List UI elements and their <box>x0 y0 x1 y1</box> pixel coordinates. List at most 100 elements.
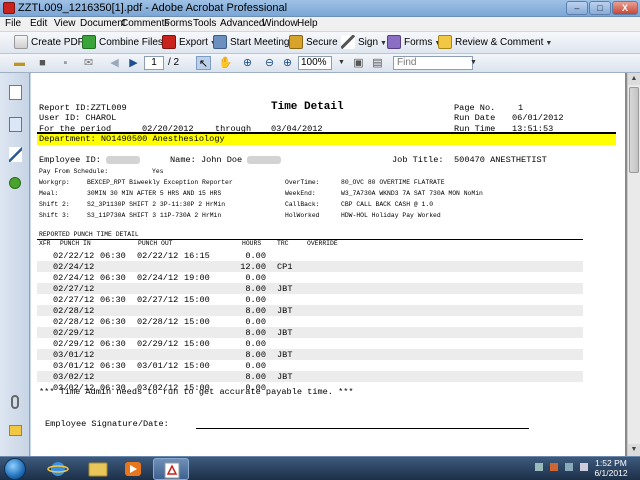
fit-width-icon[interactable]: ▤ <box>370 56 385 70</box>
start-meeting-button[interactable]: Start Meeting▼ <box>213 35 298 51</box>
row-shade <box>37 305 583 316</box>
pages-icon[interactable] <box>9 85 22 100</box>
network-icon[interactable] <box>565 463 574 471</box>
select-tool-icon[interactable]: ↖ <box>196 56 211 70</box>
find-input[interactable]: Find <box>393 56 473 70</box>
email-icon[interactable]: ✉ <box>81 56 96 70</box>
acrobat-app-icon[interactable] <box>3 2 15 14</box>
zoom-in-icon[interactable]: ⊕ <box>280 56 295 70</box>
clock[interactable]: 1:52 PM 6/1/2012 <box>586 458 636 478</box>
combine-files-label: Combine Files <box>99 37 163 48</box>
menu-forms[interactable]: Forms <box>164 18 192 29</box>
acrobat-taskbar-button[interactable] <box>153 458 189 480</box>
table-cell-hours: 8.00 <box>245 306 266 316</box>
info-label: HolWorked <box>285 212 320 219</box>
menu-file[interactable]: File <box>5 18 21 29</box>
table-cell-out-date: 02/28/12 <box>137 317 179 327</box>
tray-flag-icon[interactable] <box>550 463 559 471</box>
previous-page-icon[interactable]: ◀ <box>107 56 122 70</box>
zoom-dropdown-icon[interactable]: ▼ <box>334 56 349 70</box>
menu-comments[interactable]: Comments <box>121 18 169 29</box>
zoom-tool-icon[interactable]: ⊕ <box>240 56 255 70</box>
table-cell-in-time: 06:30 <box>100 273 126 283</box>
internet-explorer-icon[interactable] <box>40 458 76 480</box>
table-cell-in-date: 02/29/12 <box>53 328 95 338</box>
menu-edit[interactable]: Edit <box>30 18 47 29</box>
review-comment-button[interactable]: Review & Comment ▼ <box>438 35 552 51</box>
vertical-scrollbar[interactable]: ▲ ▼ <box>627 73 640 456</box>
table-cell-in-date: 02/29/12 <box>53 339 95 349</box>
tasks-toolbar: Create PDF▼ Combine Files▼ Export▼ Start… <box>0 32 640 54</box>
info-label: CallBack: <box>285 201 320 208</box>
comments-icon[interactable] <box>9 425 22 436</box>
menu-advanced[interactable]: Advanced <box>220 18 264 29</box>
info-value: 30MIN 30 MIN AFTER 5 HRS AND 15 HRS <box>87 190 222 197</box>
help-icon[interactable] <box>9 177 21 189</box>
open-folder-icon[interactable]: ▬ <box>12 56 27 70</box>
employee-id-label: Employee ID: <box>39 155 141 165</box>
close-button[interactable]: X <box>612 1 638 15</box>
fit-page-icon[interactable]: ▣ <box>351 56 366 70</box>
menu-tools[interactable]: Tools <box>193 18 216 29</box>
menu-help[interactable]: Help <box>297 18 318 29</box>
save-icon[interactable]: ▪ <box>58 56 73 70</box>
meeting-icon <box>213 35 227 50</box>
info-value: CBP CALL BACK CASH @ 1.0 <box>341 201 434 208</box>
tray-arrow-icon[interactable] <box>535 463 543 471</box>
zoom-out-icon[interactable]: ⊖ <box>262 56 277 70</box>
hand-tool-icon[interactable]: ✋ <box>218 56 233 70</box>
table-cell-in-date: 02/28/12 <box>53 317 95 327</box>
table-cell-hours: 0.00 <box>245 317 266 327</box>
table-cell-in-date: 02/28/12 <box>53 306 95 316</box>
table-cell-out-time: 15:00 <box>184 317 210 327</box>
forms-button[interactable]: Forms▼ <box>387 35 441 51</box>
detail-heading: REPORTED PUNCH TIME DETAIL <box>39 231 139 238</box>
menu-window[interactable]: Window <box>262 18 298 29</box>
row-shade <box>37 327 583 338</box>
table-cell-hours: 12.00 <box>240 262 266 272</box>
scroll-thumb[interactable] <box>629 87 639 173</box>
sign-button[interactable]: Sign ▼ <box>341 35 387 51</box>
scroll-down-icon[interactable]: ▼ <box>628 444 640 456</box>
signatures-icon[interactable] <box>9 147 22 162</box>
table-cell-trc: CP1 <box>277 262 293 272</box>
table-cell-hours: 0.00 <box>245 273 266 283</box>
zoom-level-input[interactable]: 100% <box>298 56 332 70</box>
info-value: S3_11P730A SHIFT 3 11P-730A 2 HrMin <box>87 212 222 219</box>
find-dropdown-icon[interactable]: ▼ <box>466 56 481 70</box>
table-cell-hours: 8.00 <box>245 350 266 360</box>
scroll-up-icon[interactable]: ▲ <box>628 73 640 85</box>
secure-button[interactable]: Secure▼ <box>289 35 347 51</box>
table-cell-in-time: 06:30 <box>100 251 126 261</box>
clock-time: 1:52 PM <box>595 458 627 468</box>
info-label: Shift 2: <box>39 201 70 208</box>
table-cell-trc: JBT <box>277 328 293 338</box>
navigation-panel <box>0 73 30 456</box>
start-button[interactable] <box>4 458 26 480</box>
table-cell-in-date: 02/22/12 <box>53 251 95 261</box>
menu-document[interactable]: Document <box>80 18 126 29</box>
maximize-button[interactable]: □ <box>589 1 611 15</box>
print-icon[interactable]: ■ <box>35 56 50 70</box>
explorer-folder-icon[interactable] <box>80 458 116 480</box>
page-number-input[interactable]: 1 <box>144 56 164 70</box>
export-button[interactable]: Export▼ <box>162 35 217 51</box>
row-shade <box>37 283 583 294</box>
media-player-icon[interactable] <box>115 458 151 480</box>
page-total: / 2 <box>168 57 180 68</box>
combine-files-button[interactable]: Combine Files▼ <box>82 35 172 51</box>
title-bar: ZZTL009_1216350[1].pdf - Adobe Acrobat P… <box>0 0 640 17</box>
document-area[interactable]: Report ID:ZZTL009 User ID: CHAROL For th… <box>31 73 627 456</box>
lock-icon <box>289 35 303 50</box>
menu-view[interactable]: View <box>54 18 76 29</box>
report-id: Report ID:ZZTL009 <box>39 103 127 113</box>
table-cell-in-date: 02/24/12 <box>53 273 95 283</box>
next-page-icon[interactable]: ▶ <box>126 56 141 70</box>
table-cell-in-date: 02/27/12 <box>53 284 95 294</box>
attachments-icon[interactable] <box>11 395 19 409</box>
info-label: Meal: <box>39 190 59 197</box>
comment-icon <box>438 35 452 50</box>
create-pdf-button[interactable]: Create PDF▼ <box>14 35 93 51</box>
bookmarks-icon[interactable] <box>9 117 22 132</box>
minimize-button[interactable]: – <box>566 1 588 15</box>
